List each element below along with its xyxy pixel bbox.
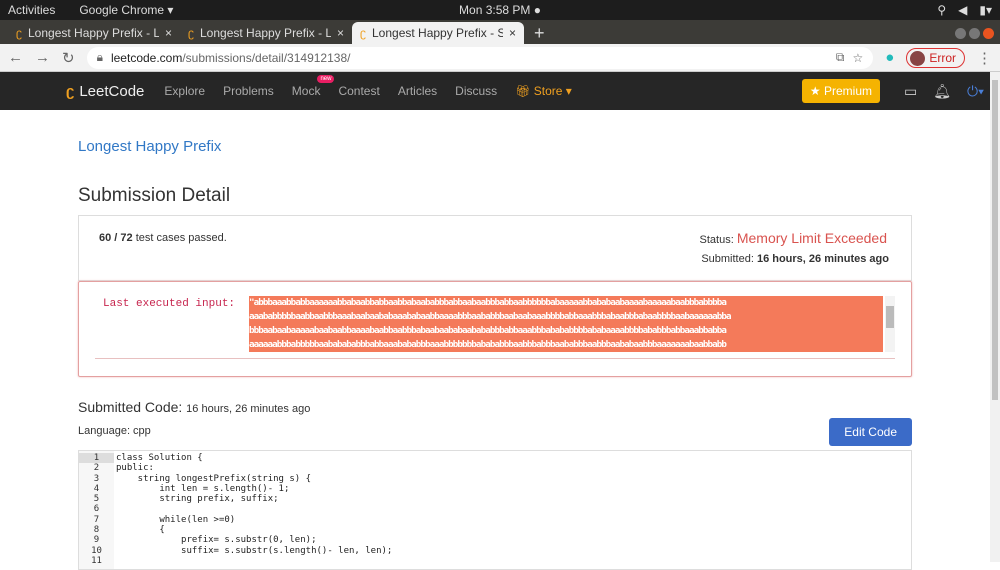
browser-tab[interactable]: ʗ Longest Happy Prefix - Le ×	[8, 22, 180, 44]
nav-store[interactable]: 🎁︎ Store ▾	[515, 84, 572, 98]
leetcode-favicon: ʗ	[188, 26, 194, 40]
line-number: 3	[93, 473, 100, 484]
close-tab-icon[interactable]: ×	[165, 26, 172, 40]
nav-discuss[interactable]: Discuss	[455, 84, 497, 98]
code-line: {	[116, 525, 165, 536]
reload-icon[interactable]: ↻	[62, 49, 75, 67]
line-number: 1	[79, 453, 114, 464]
clock[interactable]: Mon 3:58 PM ●	[459, 3, 541, 17]
browser-tab[interactable]: ʗ Longest Happy Prefix - Le ×	[180, 22, 352, 44]
nav-articles[interactable]: Articles	[398, 84, 437, 98]
code-line: while(len >=0)	[116, 514, 236, 525]
line-number: 10	[91, 545, 102, 556]
status-value: Memory Limit Exceeded	[736, 230, 887, 246]
wifi-icon[interactable]: ⚲	[937, 3, 946, 17]
new-badge: new	[317, 75, 335, 83]
extension-icon[interactable]: ●	[885, 49, 894, 66]
leetcode-favicon: ʗ	[16, 26, 22, 40]
code-line: prefix= s.substr(0, len);	[116, 535, 317, 546]
translate-icon[interactable]: ⧉	[836, 50, 845, 65]
premium-button[interactable]: ★ Premium	[801, 79, 881, 103]
nav-mock[interactable]: Mock new	[292, 75, 335, 98]
line-number: 4	[93, 483, 100, 494]
url-input[interactable]: 🔒︎ leetcode.com/submissions/detail/314912…	[86, 46, 874, 69]
tab-strip: ʗ Longest Happy Prefix - Le × ʗ Longest Hap…	[0, 20, 1000, 44]
input-scrollbar[interactable]	[885, 296, 895, 352]
code-viewer[interactable]: 1 2 3 4 5 6 7 8 9 10 11 class Solution {public: st…	[78, 450, 912, 570]
back-icon[interactable]: ←	[8, 49, 23, 66]
nav-contest[interactable]: Contest	[338, 84, 379, 98]
address-bar-row: ← → ↻ 🔒︎ leetcode.com/submissions/detail/31…	[0, 44, 1000, 72]
main-content: Longest Happy Prefix Submission Detail 6…	[78, 110, 912, 570]
last-input-text[interactable]: "abbbaaabbabbaaaaaabbabaabbabbaabbabaaba…	[249, 296, 883, 352]
code-line: int len = s.length()- 1;	[116, 483, 290, 494]
minimize-button[interactable]	[955, 28, 966, 39]
os-top-bar: Activities Google Chrome ▾ Mon 3:58 PM ●…	[0, 0, 1000, 20]
line-number: 2	[93, 463, 100, 474]
code-line: public:	[116, 463, 154, 474]
code-line: string longestPrefix(string s) {	[116, 473, 312, 484]
volume-icon[interactable]: ◀	[958, 3, 967, 17]
nav-problems[interactable]: Problems	[223, 84, 274, 98]
edit-code-button[interactable]: Edit Code	[829, 418, 912, 446]
nav-explore[interactable]: Explore	[164, 84, 205, 98]
close-window-button[interactable]	[983, 28, 994, 39]
line-number: 9	[93, 535, 100, 546]
battery-icon[interactable]: ▮▾	[979, 3, 992, 17]
last-input-panel: Last executed input: "abbbaaabbabbaaaaaa…	[78, 281, 912, 377]
maximize-button[interactable]	[969, 28, 980, 39]
divider	[95, 358, 895, 359]
close-tab-icon[interactable]: ×	[337, 26, 344, 40]
status: Status: Memory Limit Exceeded	[699, 230, 887, 246]
problem-link[interactable]: Longest Happy Prefix	[78, 138, 912, 155]
code-line: suffix= s.substr(s.length()- len, len);	[116, 545, 393, 556]
line-number: 8	[93, 525, 100, 536]
leetcode-favicon: ʗ	[360, 26, 366, 40]
page-scrollbar[interactable]	[990, 72, 1000, 562]
new-tab-button[interactable]: +	[524, 22, 555, 44]
code-line: string prefix, suffix;	[116, 494, 279, 505]
line-number: 11	[91, 555, 102, 566]
page-title: Submission Detail	[78, 185, 231, 206]
playground-icon[interactable]: ▭	[904, 83, 917, 100]
leetcode-navbar: ʗ LeetCode Explore Problems Mock new Conte…	[0, 72, 1000, 110]
forward-icon[interactable]: →	[35, 49, 50, 66]
avatar-menu[interactable]: ⏻▾	[967, 83, 984, 100]
close-tab-icon[interactable]: ×	[509, 26, 516, 40]
line-numbers: 1 2 3 4 5 6 7 8 9 10 11	[79, 451, 114, 569]
language-label: Language: cpp	[78, 425, 151, 437]
browser-tab-active[interactable]: ʗ Longest Happy Prefix - Su ×	[352, 22, 524, 44]
app-menu[interactable]: Google Chrome ▾	[79, 3, 173, 17]
code-text: class Solution {public: string longestPr…	[114, 451, 392, 569]
star-icon[interactable]: ☆	[853, 51, 864, 65]
profile-button[interactable]: Error	[906, 47, 965, 68]
menu-icon[interactable]: ⋮	[977, 49, 992, 67]
bell-icon[interactable]: 🔔︎	[933, 83, 951, 100]
lock-icon: 🔒︎	[96, 50, 103, 64]
code-line: class Solution {	[116, 453, 203, 463]
line-number: 7	[93, 514, 100, 525]
leetcode-logo[interactable]: ʗ LeetCode	[66, 83, 144, 100]
gift-icon: 🎁︎	[515, 84, 534, 98]
result-summary: 60 / 72 test cases passed. Status: Memor…	[78, 215, 912, 281]
line-number: 6	[93, 504, 100, 515]
line-number: 5	[93, 494, 100, 505]
activities-button[interactable]: Activities	[8, 3, 55, 17]
